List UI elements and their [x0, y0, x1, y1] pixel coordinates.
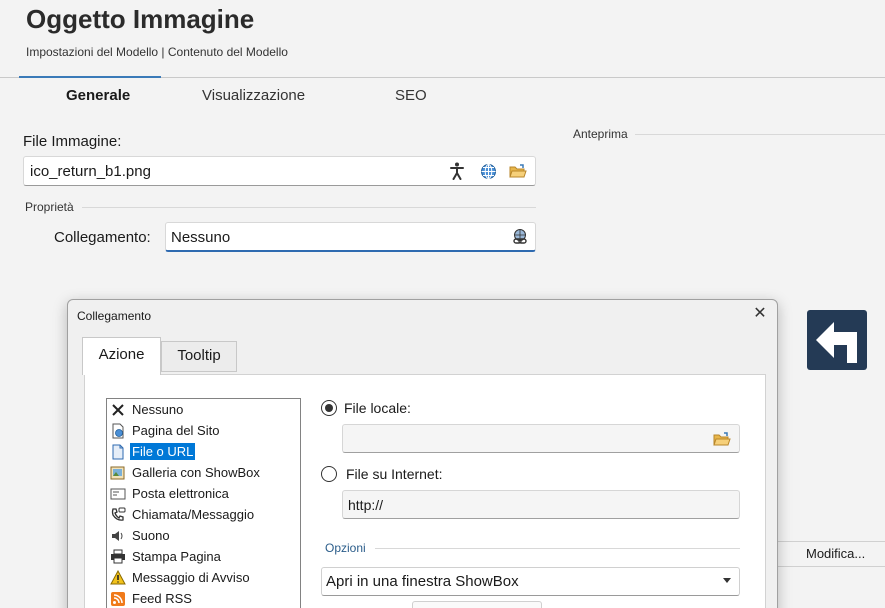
local-file-input[interactable]: [342, 424, 740, 453]
dialog-title: Collegamento: [77, 309, 152, 323]
list-item-label: Posta elettronica: [132, 486, 229, 501]
tab-tooltip[interactable]: Tooltip: [161, 341, 237, 372]
list-item[interactable]: Messaggio di Avviso: [107, 567, 300, 588]
warning-icon: [110, 570, 126, 586]
internet-file-label: File su Internet:: [346, 466, 443, 482]
rss-icon: [110, 591, 126, 607]
local-file-radio[interactable]: [321, 400, 337, 416]
file-image-field[interactable]: ico_return_b1.png: [23, 156, 536, 186]
accessibility-icon[interactable]: [447, 162, 467, 180]
list-item[interactable]: Galleria con ShowBox: [107, 462, 300, 483]
close-icon[interactable]: ✕: [751, 305, 769, 323]
preview-label: Anteprima: [573, 127, 628, 141]
tab-generale[interactable]: Generale: [66, 87, 130, 104]
file-image-label: File Immagine:: [23, 133, 122, 150]
link-dialog: Collegamento ✕ Azione Tooltip Nessuno Pa…: [67, 299, 778, 608]
list-item[interactable]: Chiamata/Messaggio: [107, 504, 300, 525]
options-label: Opzioni: [325, 541, 366, 555]
breadcrumb: Impostazioni del Modello | Contenuto del…: [26, 45, 288, 59]
properties-section-label: Proprietà: [25, 200, 74, 214]
list-item-label: Nessuno: [132, 402, 184, 417]
internet-file-radio[interactable]: [321, 466, 337, 482]
list-item-label: Galleria con ShowBox: [132, 465, 260, 480]
list-item[interactable]: Nessuno: [107, 399, 300, 420]
list-item[interactable]: Pagina del Sito: [107, 420, 300, 441]
open-folder-icon[interactable]: [712, 430, 732, 448]
list-item[interactable]: File o URL: [107, 441, 300, 462]
open-folder-icon[interactable]: [508, 162, 528, 180]
list-item-label: Feed RSS: [132, 591, 192, 606]
globe-icon[interactable]: [478, 162, 498, 180]
file-icon: [110, 444, 126, 460]
tab-bar: Generale Visualizzazione SEO: [0, 87, 885, 107]
speaker-icon: [110, 528, 126, 544]
tab-visualizzazione[interactable]: Visualizzazione: [202, 87, 305, 104]
list-item-label: Chiamata/Messaggio: [132, 507, 255, 522]
list-item-label: Pagina del Sito: [132, 423, 220, 438]
link-field[interactable]: Nessuno: [165, 222, 536, 252]
url-value: http://: [348, 497, 384, 513]
url-input[interactable]: http://: [342, 490, 740, 519]
side-divider-bottom: [778, 566, 885, 567]
x-icon: [110, 402, 126, 418]
list-item-label: Stampa Pagina: [132, 549, 221, 564]
link-label: Collegamento:: [54, 229, 151, 246]
side-divider: [778, 541, 885, 542]
list-item[interactable]: Stampa Pagina: [107, 546, 300, 567]
options-divider: [375, 548, 740, 549]
page-title: Oggetto Immagine: [26, 4, 255, 34]
list-item[interactable]: Posta elettronica: [107, 483, 300, 504]
header-accent-bar: [19, 76, 161, 78]
envelope-icon: [110, 486, 126, 502]
tab-azione[interactable]: Azione: [82, 337, 161, 375]
return-arrow-icon: [807, 310, 867, 370]
list-item-label: Messaggio di Avviso: [132, 570, 250, 585]
list-item-label: File o URL: [130, 443, 196, 460]
phone-icon: [110, 507, 126, 523]
link-value: Nessuno: [171, 229, 231, 246]
properties-divider: [82, 207, 536, 208]
open-mode-value: Apri in una finestra ShowBox: [326, 573, 519, 590]
edit-button[interactable]: Modifica...: [806, 546, 865, 561]
list-item-label: Suono: [132, 528, 170, 543]
action-panel: Nessuno Pagina del Sito File o URL Galle…: [84, 374, 766, 608]
link-chain-icon[interactable]: [510, 228, 530, 246]
chevron-down-icon: [723, 578, 731, 583]
options-secondary-control[interactable]: [412, 601, 542, 608]
tab-seo[interactable]: SEO: [395, 87, 427, 104]
preview-divider: [635, 134, 885, 135]
file-image-value: ico_return_b1.png: [30, 163, 151, 180]
list-item[interactable]: Feed RSS: [107, 588, 300, 608]
open-mode-select[interactable]: Apri in una finestra ShowBox: [321, 567, 740, 596]
printer-icon: [110, 549, 126, 565]
gallery-icon: [110, 465, 126, 481]
list-item[interactable]: Suono: [107, 525, 300, 546]
link-type-list[interactable]: Nessuno Pagina del Sito File o URL Galle…: [106, 398, 301, 608]
page-globe-icon: [110, 423, 126, 439]
local-file-label: File locale:: [344, 400, 411, 416]
